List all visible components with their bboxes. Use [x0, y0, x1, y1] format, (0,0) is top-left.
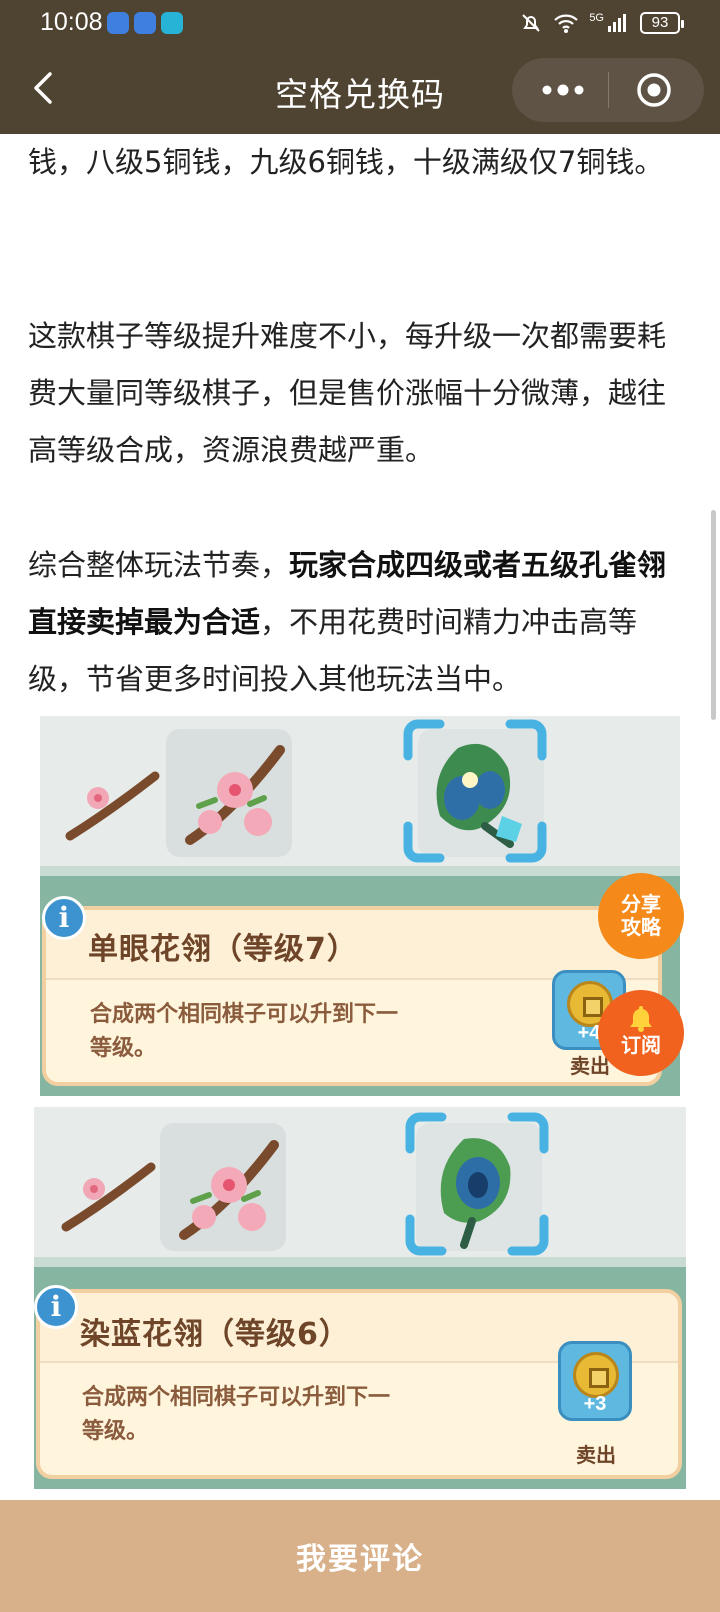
item-info-card: 染蓝花翎（等级6） 合成两个相同棋子可以升到下一 等级。 +3 卖出 — [36, 1289, 682, 1479]
battery-icon: 93 — [640, 12, 684, 34]
comment-bar[interactable]: 我要评论 — [0, 1500, 720, 1612]
plum-branch-icon — [65, 771, 160, 841]
game-screenshot: 单眼花翎（等级7） 合成两个相同棋子可以升到下一 等级。 +4 卖出 i — [40, 716, 680, 1096]
app-notification-icon — [134, 12, 156, 34]
mute-bell-icon — [522, 14, 541, 32]
item-description-line: 等级。 — [90, 1036, 157, 1061]
info-icon: i — [42, 896, 86, 940]
item-description-line: 合成两个相同棋子可以升到下一 — [82, 1385, 391, 1410]
plum-blossom-branch-icon — [179, 1140, 279, 1240]
scrollbar[interactable] — [711, 510, 716, 720]
peacock-feather-icon — [405, 1112, 549, 1256]
coin-icon — [573, 1352, 619, 1398]
item-description-line: 等级。 — [82, 1419, 149, 1444]
signal-icon — [608, 14, 626, 32]
share-label-line: 分享 — [621, 892, 661, 916]
write-comment-button[interactable]: 我要评论 — [0, 1534, 720, 1578]
book-app-icon — [161, 12, 183, 34]
article-paragraph: 钱，八级5铜钱，九级6铜钱，十级满级仅7铜钱。 — [28, 145, 664, 179]
share-guide-button[interactable]: 分享 攻略 — [598, 873, 684, 959]
status-time: 10:08 — [40, 8, 103, 36]
plum-blossom-branch-icon — [185, 745, 285, 845]
mini-program-capsule — [512, 58, 704, 122]
close-mini-program-icon[interactable] — [636, 72, 672, 108]
nav-bar: 空格兑换码 — [0, 46, 720, 134]
sell-label: 卖出 — [576, 1443, 616, 1467]
bell-icon — [630, 1006, 652, 1032]
capsule-divider — [608, 72, 609, 108]
share-label-line: 攻略 — [621, 915, 661, 939]
item-name: 单眼花翎（等级7） — [88, 932, 358, 967]
item-description: 合成两个相同棋子可以升到下一 等级。 — [82, 1381, 390, 1449]
item-name: 染蓝花翎（等级6） — [80, 1317, 350, 1352]
article-paragraph: 这款棋子等级提升难度不小，每升级一次都需要耗费大量同等级棋子，但是售价涨幅十分微… — [28, 319, 667, 467]
coin-value: +3 — [583, 1393, 607, 1415]
sell-coin-button: +3 — [558, 1341, 632, 1421]
peacock-feather-icon — [403, 719, 547, 863]
paragraph-text: 综合整体玩法节奏， — [28, 548, 290, 582]
item-description-line: 合成两个相同棋子可以升到下一 — [90, 1002, 399, 1027]
status-bar: 10:08 5G 93 — [0, 0, 720, 46]
item-description: 合成两个相同棋子可以升到下一 等级。 — [90, 998, 398, 1066]
info-icon: i — [34, 1285, 78, 1329]
subscribe-label: 订阅 — [621, 1033, 661, 1057]
game-screenshot: 染蓝花翎（等级6） 合成两个相同棋子可以升到下一 等级。 +3 卖出 i — [34, 1107, 686, 1489]
more-options-icon[interactable] — [538, 78, 588, 102]
app-notification-icon — [107, 12, 129, 34]
panel-edge — [40, 866, 680, 876]
top-bar: 10:08 5G 93 空格兑换码 — [0, 0, 720, 134]
article-paragraph: 综合整体玩法节奏，玩家合成四级或者五级孔雀翎直接卖掉最为合适，不用花费时间精力冲… — [18, 537, 701, 708]
network-type-label: 5G — [589, 12, 604, 24]
plum-branch-icon — [61, 1162, 156, 1232]
subscribe-button[interactable]: 订阅 — [598, 990, 684, 1076]
status-indicators: 5G 93 — [519, 10, 684, 36]
item-info-card: 单眼花翎（等级7） 合成两个相同棋子可以升到下一 等级。 +4 卖出 — [42, 906, 662, 1086]
panel-edge — [34, 1257, 686, 1267]
wifi-icon — [554, 14, 579, 33]
